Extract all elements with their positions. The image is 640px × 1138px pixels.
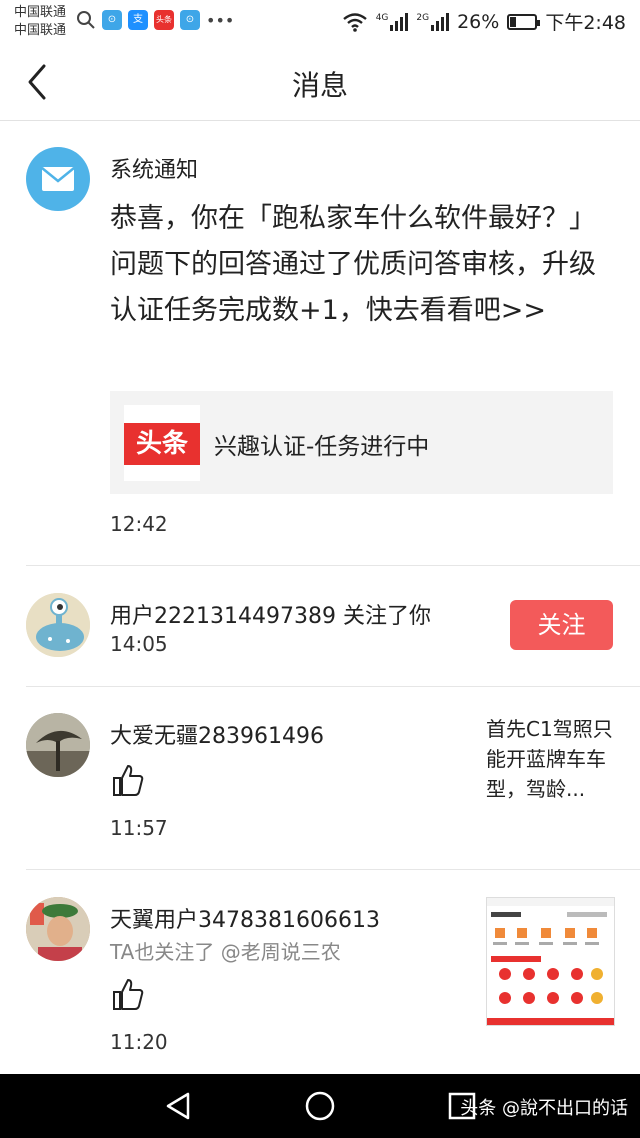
- tree-photo-icon: [26, 713, 90, 777]
- notification-icons: ⊙ 支 头条 ⊙ •••: [76, 10, 234, 30]
- follow-text: 用户2221314497389 关注了你: [110, 604, 431, 629]
- network-label-1: 4G: [375, 12, 389, 23]
- nav-back-icon[interactable]: [162, 1090, 194, 1122]
- mail-icon: [41, 167, 75, 191]
- system-avatar: [26, 147, 90, 211]
- battery-percent: 26%: [457, 10, 500, 33]
- network-label-2: 2G: [416, 12, 430, 23]
- system-nav-bar: 头条 @說不出口的话: [0, 1074, 640, 1138]
- message-time: 14:05: [110, 632, 168, 656]
- message-time: 11:57: [110, 816, 168, 840]
- follow-button[interactable]: 关注: [510, 600, 613, 650]
- toutiao-logo: 头条: [124, 405, 200, 481]
- user-avatar[interactable]: [26, 713, 90, 777]
- message-time: 11:20: [110, 1030, 168, 1054]
- status-bar: 中国联通 中国联通 ⊙ 支 头条 ⊙ ••• 4G 2G 26% 下午2:48: [0, 0, 640, 44]
- person-photo-icon: [26, 897, 90, 961]
- search-icon: [77, 11, 95, 29]
- answer-preview[interactable]: 首先C1驾照只能开蓝牌车车型，驾龄...: [486, 714, 616, 804]
- app-screenshot-thumbnail: [487, 898, 614, 1025]
- message-time: 12:42: [110, 512, 168, 536]
- top-bar: 消息: [0, 44, 640, 121]
- signal-2g-icon: 2G: [416, 12, 450, 31]
- battery-level: [510, 16, 517, 27]
- message-body[interactable]: 恭喜，你在「跑私家车什么软件最好？」问题下的回答通过了优质问答审核，升级认证任务…: [110, 196, 610, 334]
- mutual-follow-text[interactable]: TA也关注了 @老周说三农: [110, 936, 341, 965]
- user-avatar[interactable]: [26, 593, 90, 657]
- toutiao-icon: 头条: [154, 10, 174, 30]
- thumbs-up-icon: [113, 979, 144, 1010]
- card-text: 兴趣认证-任务进行中: [214, 434, 430, 460]
- content-thumbnail[interactable]: [486, 897, 615, 1026]
- wifi-icon: [342, 12, 367, 32]
- sender-name: 系统通知: [110, 158, 199, 183]
- battery-icon: [507, 13, 541, 30]
- carrier-info: 中国联通 中国联通: [14, 4, 66, 40]
- divider: [26, 686, 640, 687]
- task-card[interactable]: 头条 兴趣认证-任务进行中: [110, 391, 613, 494]
- more-icon: •••: [206, 10, 235, 30]
- clock: 下午2:48: [545, 12, 626, 34]
- nav-home-icon[interactable]: [304, 1090, 336, 1122]
- monster-avatar-icon: [26, 593, 90, 657]
- divider: [26, 869, 640, 870]
- alipay-icon: 支: [128, 10, 148, 30]
- page-title: 消息: [291, 69, 348, 102]
- status-right: 4G 2G 26% 下午2:48: [342, 8, 626, 35]
- thumbs-up-icon: [113, 765, 144, 796]
- wifi-app-icon-2: ⊙: [180, 10, 200, 30]
- user-name[interactable]: 天翼用户3478381606613: [110, 902, 380, 934]
- carrier-2: 中国联通: [14, 23, 67, 38]
- carrier-1: 中国联通: [14, 5, 67, 20]
- watermark: 头条 @說不出口的话: [460, 1098, 628, 1119]
- user-avatar[interactable]: [26, 897, 90, 961]
- logo-text: 头条: [124, 423, 200, 465]
- wifi-app-icon: ⊙: [102, 10, 122, 30]
- user-name[interactable]: 大爱无疆283961496: [110, 718, 324, 750]
- divider: [26, 565, 640, 566]
- signal-4g-icon: 4G: [375, 12, 409, 31]
